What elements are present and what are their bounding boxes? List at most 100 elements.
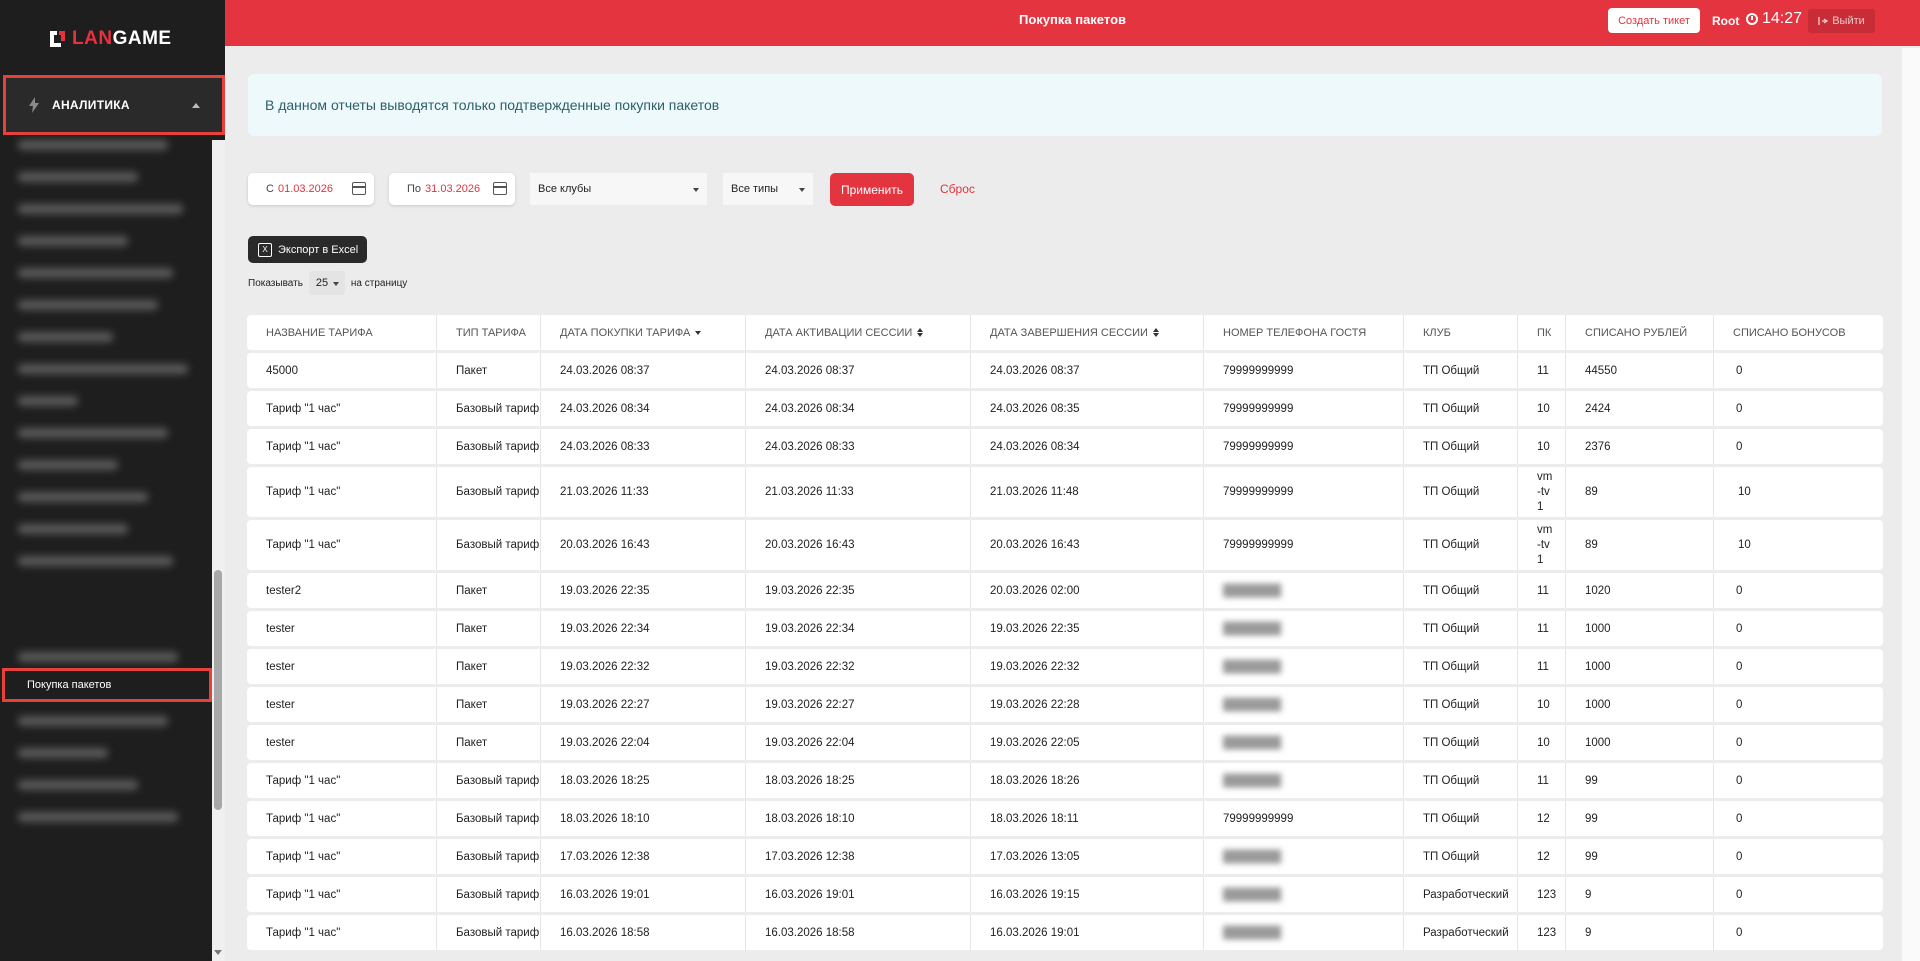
calendar-icon[interactable] <box>493 182 507 195</box>
cell-tariff-type: Базовый тариф <box>437 877 541 912</box>
header-label: НАЗВАНИЕ ТАРИФА <box>266 326 373 339</box>
header-end-date[interactable]: ДАТА ЗАВЕРШЕНИЯ СЕССИИ <box>971 315 1204 350</box>
cell-end-date: 16.03.2026 19:01 <box>971 915 1204 950</box>
type-select[interactable]: Все типы <box>723 173 813 205</box>
sidebar-scrollbar[interactable] <box>212 140 225 961</box>
cell-purchase-date: 18.03.2026 18:25 <box>541 763 746 798</box>
calendar-icon[interactable] <box>352 182 366 195</box>
cell-purchase-date: 19.03.2026 22:34 <box>541 611 746 646</box>
app-logo[interactable]: LANGAME <box>46 26 172 52</box>
sidebar-scroll-thumb[interactable] <box>214 570 222 810</box>
cell-purchase-date: 19.03.2026 22:35 <box>541 573 746 608</box>
cell-tariff-type: Базовый тариф <box>437 839 541 874</box>
header-tariff-type: ТИП ТАРИФА <box>437 315 541 350</box>
sort-desc-icon[interactable] <box>695 330 702 335</box>
cell-guest-phone: 79999999999 <box>1204 467 1404 517</box>
redacted-phone: ████████ <box>1223 622 1281 635</box>
table-row[interactable]: tester Пакет 19.03.2026 22:34 19.03.2026 22… <box>247 611 1883 646</box>
table-row[interactable]: Тариф "1 час" Базовый тариф 16.03.2026 19:… <box>247 877 1883 912</box>
cell-activation-date: 19.03.2026 22:27 <box>746 687 971 722</box>
cell-bonuses-charged: 0 <box>1736 736 1743 749</box>
table-row[interactable]: Тариф "1 час" Базовый тариф 16.03.2026 18:… <box>247 915 1883 950</box>
create-ticket-button[interactable]: Создать тикет <box>1608 8 1700 33</box>
table-row[interactable]: tester2 Пакет 19.03.2026 22:35 19.03.2026 2… <box>247 573 1883 608</box>
date-from-value: 01.03.2026 <box>277 183 334 195</box>
export-excel-button[interactable]: X Экспорт в Excel <box>248 236 367 263</box>
apply-button[interactable]: Применить <box>830 173 914 206</box>
sidebar-blurred-items <box>18 140 208 960</box>
cell-tariff-name: 45000 <box>247 353 437 388</box>
reset-link[interactable]: Сброс <box>940 182 975 196</box>
cell-end-date: 18.03.2026 18:11 <box>971 801 1204 836</box>
cell-bonuses-charged: 0 <box>1736 622 1743 635</box>
cell-club: ТП Общий <box>1404 687 1518 722</box>
table-row[interactable]: Тариф "1 час" Базовый тариф 18.03.2026 18:… <box>247 801 1883 836</box>
cell-guest-phone: ████████ <box>1204 839 1404 874</box>
cell-club: ТП Общий <box>1404 725 1518 760</box>
cell-purchase-date: 17.03.2026 12:38 <box>541 839 746 874</box>
sort-icon[interactable] <box>1152 328 1159 337</box>
cell-club: Разработческий <box>1404 877 1518 912</box>
cell-tariff-name: Тариф "1 час" <box>247 839 437 874</box>
cell-pc: 11 <box>1518 573 1566 608</box>
header-activation-date[interactable]: ДАТА АКТИВАЦИИ СЕССИИ <box>746 315 971 350</box>
logout-label: Выйти <box>1832 15 1865 27</box>
per-page-select[interactable]: 25 <box>308 271 345 295</box>
header-bonuses-charged: СПИСАНО БОНУСОВ <box>1714 315 1883 350</box>
table-row[interactable]: tester Пакет 19.03.2026 22:32 19.03.2026 22… <box>247 649 1883 684</box>
cell-pc: 11 <box>1518 763 1566 798</box>
header-label: НОМЕР ТЕЛЕФОНА ГОСТЯ <box>1223 326 1367 339</box>
langame-logo-icon <box>50 31 65 47</box>
cell-activation-date: 19.03.2026 22:35 <box>746 573 971 608</box>
excel-icon: X <box>258 242 272 257</box>
table-row[interactable]: 45000 Пакет 24.03.2026 08:37 24.03.2026 08:… <box>247 353 1883 388</box>
scroll-down-arrow-icon[interactable] <box>214 950 222 955</box>
table-row[interactable]: Тариф "1 час" Базовый тариф 17.03.2026 12:… <box>247 839 1883 874</box>
cell-end-date: 24.03.2026 08:35 <box>971 391 1204 426</box>
cell-purchase-date: 20.03.2026 16:43 <box>541 520 746 570</box>
header-label: ПК <box>1537 326 1552 339</box>
chevron-up-icon[interactable] <box>192 103 200 108</box>
header-label: СПИСАНО БОНУСОВ <box>1733 326 1846 339</box>
table-row[interactable]: tester Пакет 19.03.2026 22:04 19.03.2026 22… <box>247 725 1883 760</box>
sidebar-item-package-purchases[interactable]: Покупка пакетов <box>2 668 212 702</box>
sort-icon[interactable] <box>917 328 924 337</box>
cell-tariff-name: Тариф "1 час" <box>247 520 437 570</box>
cell-rubles-charged: 99 <box>1566 839 1714 874</box>
per-page-value: 25 <box>315 277 329 289</box>
table-row[interactable]: Тариф "1 час" Базовый тариф 21.03.2026 11:… <box>247 467 1883 517</box>
cell-end-date: 24.03.2026 08:37 <box>971 353 1204 388</box>
logout-button[interactable]: Выйти <box>1808 9 1875 33</box>
cell-club: ТП Общий <box>1404 573 1518 608</box>
cell-end-date: 19.03.2026 22:32 <box>971 649 1204 684</box>
cell-tariff-type: Базовый тариф <box>437 467 541 517</box>
cell-club: Разработческий <box>1404 915 1518 950</box>
cell-rubles-charged: 1020 <box>1566 573 1714 608</box>
cell-tariff-type: Пакет <box>437 649 541 684</box>
table-row[interactable]: Тариф "1 час" Базовый тариф 24.03.2026 08:… <box>247 429 1883 464</box>
cell-bonuses-charged: 0 <box>1736 774 1743 787</box>
date-from-field[interactable]: С 01.03.2026 <box>248 173 374 205</box>
cell-guest-phone: ████████ <box>1204 687 1404 722</box>
cell-activation-date: 24.03.2026 08:33 <box>746 429 971 464</box>
user-name[interactable]: Root <box>1712 14 1739 28</box>
sidebar-section-analytics[interactable]: АНАЛИТИКА <box>3 75 225 135</box>
cell-club: ТП Общий <box>1404 353 1518 388</box>
cell-purchase-date: 16.03.2026 19:01 <box>541 877 746 912</box>
table-row[interactable]: Тариф "1 час" Базовый тариф 24.03.2026 08:… <box>247 391 1883 426</box>
page-scrollbar[interactable] <box>1902 48 1920 961</box>
table-row[interactable]: Тариф "1 час" Базовый тариф 20.03.2026 16:… <box>247 520 1883 570</box>
cell-tariff-type: Пакет <box>437 353 541 388</box>
cell-tariff-name: tester <box>247 725 437 760</box>
table-row[interactable]: Тариф "1 час" Базовый тариф 18.03.2026 18:… <box>247 763 1883 798</box>
table-row[interactable]: tester Пакет 19.03.2026 22:27 19.03.2026 22… <box>247 687 1883 722</box>
date-to-field[interactable]: По 31.03.2026 <box>389 173 515 205</box>
header-purchase-date[interactable]: ДАТА ПОКУПКИ ТАРИФА <box>541 315 746 350</box>
caret-down-icon <box>332 282 339 286</box>
cell-purchase-date: 24.03.2026 08:37 <box>541 353 746 388</box>
cell-activation-date: 18.03.2026 18:25 <box>746 763 971 798</box>
club-select[interactable]: Все клубы <box>530 173 707 205</box>
date-to-value: 31.03.2026 <box>425 183 481 195</box>
cell-pc: vm-tv1 <box>1518 520 1566 570</box>
cell-activation-date: 17.03.2026 12:38 <box>746 839 971 874</box>
